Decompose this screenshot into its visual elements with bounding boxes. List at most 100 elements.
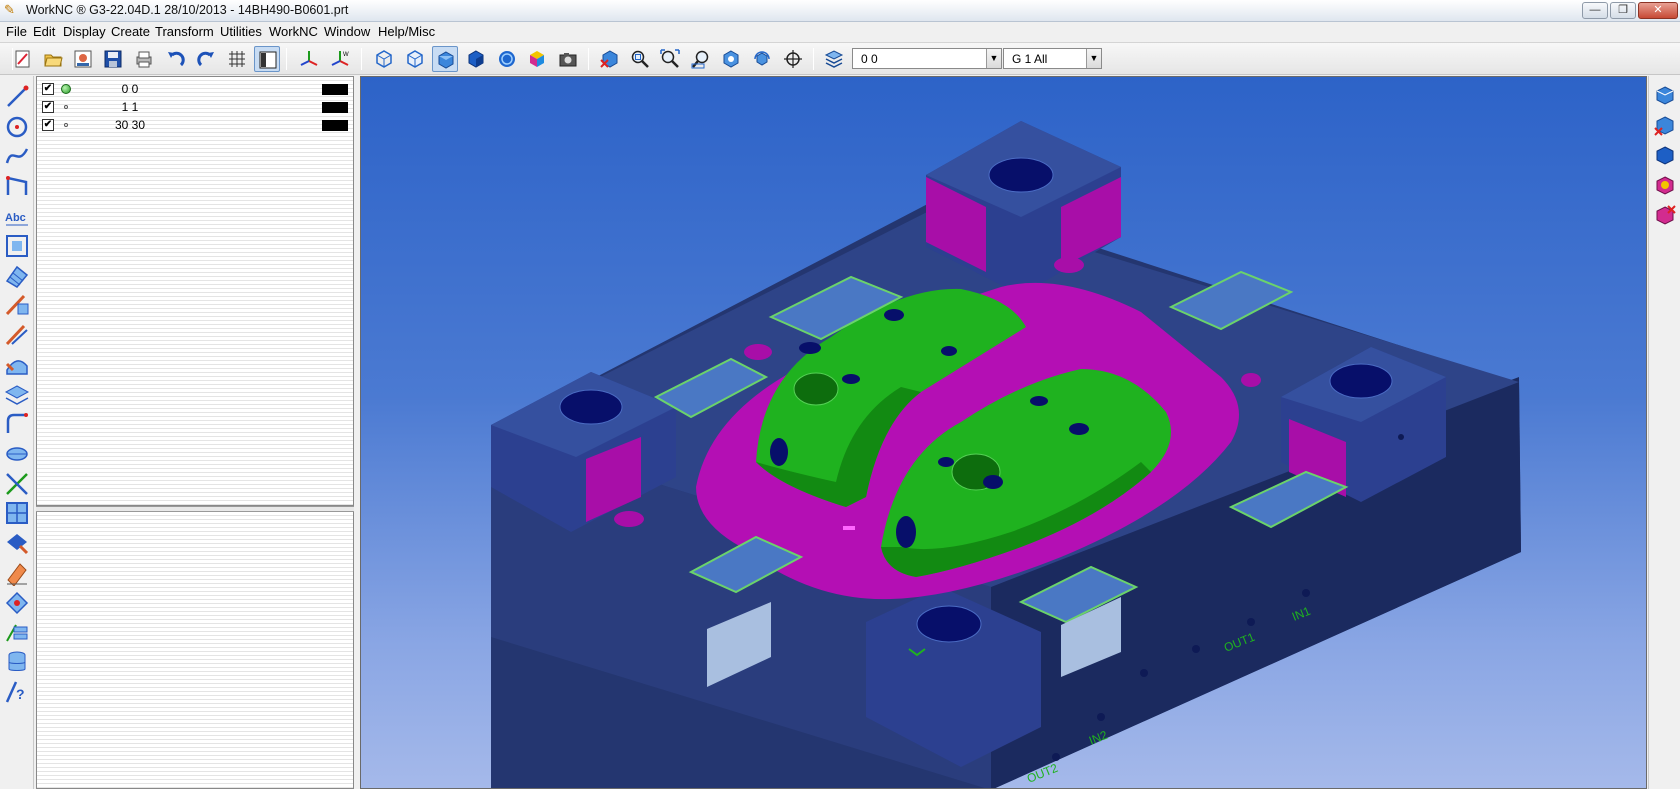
layer-visible-checkbox[interactable]: ✔ — [42, 83, 54, 95]
minimize-button[interactable]: — — [1582, 2, 1608, 19]
zoom-window-icon[interactable] — [627, 46, 653, 72]
grid-icon[interactable] — [224, 46, 250, 72]
layer-marker-icon — [64, 105, 68, 109]
layer-select[interactable]: 0 0 ▼ — [852, 48, 1002, 69]
zoom-out-icon[interactable] — [688, 46, 714, 72]
rotate-view-icon[interactable] — [749, 46, 775, 72]
layer-list-panel: ✔ 0 0 ✔ 1 1 ✔ 30 30 — [36, 76, 354, 506]
layer-name: 0 0 — [121, 82, 139, 96]
toolbar-separator — [361, 48, 362, 70]
paint-icon[interactable] — [4, 530, 30, 556]
layer-color-swatch[interactable] — [322, 84, 348, 95]
layer-visible-checkbox[interactable]: ✔ — [42, 101, 54, 113]
layer-color-swatch[interactable] — [322, 102, 348, 113]
mold-model: IN1 OUT1 IN2 OUT2 — [491, 121, 1521, 788]
layers-icon[interactable] — [821, 46, 847, 72]
stack-icon[interactable] — [4, 619, 30, 645]
database-icon[interactable] — [4, 649, 30, 675]
toolbar-separator — [813, 48, 814, 70]
group-select[interactable]: G 1 All ▼ — [1003, 48, 1102, 69]
wireframe-view-icon[interactable] — [371, 46, 397, 72]
menu-edit[interactable]: Edit — [33, 24, 55, 39]
axis-w-icon[interactable]: W — [327, 46, 353, 72]
curve-icon[interactable] — [4, 173, 30, 199]
layer-row[interactable]: ✔ 1 1 — [39, 99, 351, 116]
workspace-window: ✎ WorkNC ® G3-22.04D.1 28/10/2013 - 14BH… — [0, 0, 1680, 789]
main-toolbar: W 0 0 ▼ G 1 All ▼ — [0, 43, 1680, 75]
layer-visible-checkbox[interactable]: ✔ — [42, 119, 54, 131]
hidden-line-icon[interactable] — [402, 46, 428, 72]
properties-panel — [36, 512, 354, 789]
layer-color-swatch[interactable] — [322, 120, 348, 131]
text-icon[interactable]: Abc — [4, 203, 30, 229]
grid-surface-icon[interactable] — [4, 500, 30, 526]
fillet-icon[interactable] — [4, 352, 30, 378]
layer-row[interactable]: ✔ 0 0 — [39, 81, 351, 98]
help-icon[interactable]: ? — [4, 679, 30, 705]
chevron-down-icon[interactable]: ▼ — [986, 49, 1001, 68]
view-remove-icon[interactable] — [1653, 204, 1677, 228]
menu-window[interactable]: Window — [324, 24, 370, 39]
sphere-icon[interactable] — [494, 46, 520, 72]
rotate-icon[interactable] — [718, 46, 744, 72]
svg-text:?: ? — [16, 686, 25, 702]
zoom-fit-icon[interactable] — [657, 46, 683, 72]
svg-text:W: W — [343, 52, 349, 58]
menu-bar: File Edit Display Create Transform Utili… — [0, 22, 1680, 43]
menu-help-misc[interactable]: Help/Misc — [378, 24, 435, 39]
section-icon[interactable] — [4, 441, 30, 467]
layer-select-value: 0 0 — [861, 52, 878, 66]
panel-toggle-icon[interactable] — [254, 46, 280, 72]
left-toolbox: Abc ? — [0, 76, 34, 789]
group-select-value: G 1 All — [1012, 52, 1048, 66]
intersect-icon[interactable] — [4, 471, 30, 497]
right-toolbox — [1648, 76, 1680, 789]
menu-display[interactable]: Display — [63, 24, 106, 39]
view-delete-icon[interactable] — [1653, 114, 1677, 138]
circle-icon[interactable] — [4, 114, 30, 140]
menu-worknc[interactable]: WorkNC — [269, 24, 318, 39]
close-button[interactable]: ✕ — [1638, 2, 1678, 19]
open-folder-icon[interactable] — [40, 46, 66, 72]
maximize-button[interactable]: ❐ — [1610, 2, 1636, 19]
contour-icon[interactable] — [4, 411, 30, 437]
mesh-icon[interactable] — [4, 292, 30, 318]
line-icon[interactable] — [4, 84, 30, 110]
view-color-icon[interactable] — [1653, 174, 1677, 198]
layer-marker-icon — [64, 123, 68, 127]
print-icon[interactable] — [131, 46, 157, 72]
save-icon[interactable] — [100, 46, 126, 72]
color-cube-icon[interactable] — [524, 46, 550, 72]
view-solid-icon[interactable] — [1653, 144, 1677, 168]
toolbar-separator — [286, 48, 287, 70]
redo-icon[interactable] — [193, 46, 219, 72]
plane-icon[interactable] — [4, 382, 30, 408]
spline-icon[interactable] — [4, 143, 30, 169]
core-left-bore — [793, 372, 839, 406]
offset-icon[interactable] — [4, 322, 30, 348]
3d-viewport[interactable]: IN1 OUT1 IN2 OUT2 — [360, 76, 1647, 789]
undo-icon[interactable] — [163, 46, 189, 72]
surface-icon[interactable] — [4, 263, 30, 289]
zoom-reset-icon[interactable] — [597, 46, 623, 72]
shape-icon[interactable] — [4, 590, 30, 616]
solid-view-icon[interactable] — [463, 46, 489, 72]
axis-xy-icon[interactable] — [296, 46, 322, 72]
shaded-view-icon[interactable] — [432, 46, 458, 72]
menu-file[interactable]: File — [6, 24, 27, 39]
window-title: WorkNC ® G3-22.04D.1 28/10/2013 - 14BH49… — [26, 3, 349, 17]
new-icon[interactable] — [10, 46, 36, 72]
menu-create[interactable]: Create — [111, 24, 150, 39]
frame-icon[interactable] — [4, 233, 30, 259]
view-iso-icon[interactable] — [1653, 84, 1677, 108]
eraser-icon[interactable] — [4, 560, 30, 587]
workzone-icon[interactable] — [70, 46, 96, 72]
layer-row[interactable]: ✔ 30 30 — [39, 117, 351, 134]
menu-transform[interactable]: Transform — [155, 24, 214, 39]
menu-utilities[interactable]: Utilities — [220, 24, 262, 39]
camera-icon[interactable] — [555, 46, 581, 72]
pan-icon[interactable] — [780, 46, 806, 72]
title-bar: ✎ WorkNC ® G3-22.04D.1 28/10/2013 - 14BH… — [0, 0, 1680, 22]
chevron-down-icon[interactable]: ▼ — [1086, 49, 1101, 68]
layer-name: 30 30 — [114, 118, 146, 132]
